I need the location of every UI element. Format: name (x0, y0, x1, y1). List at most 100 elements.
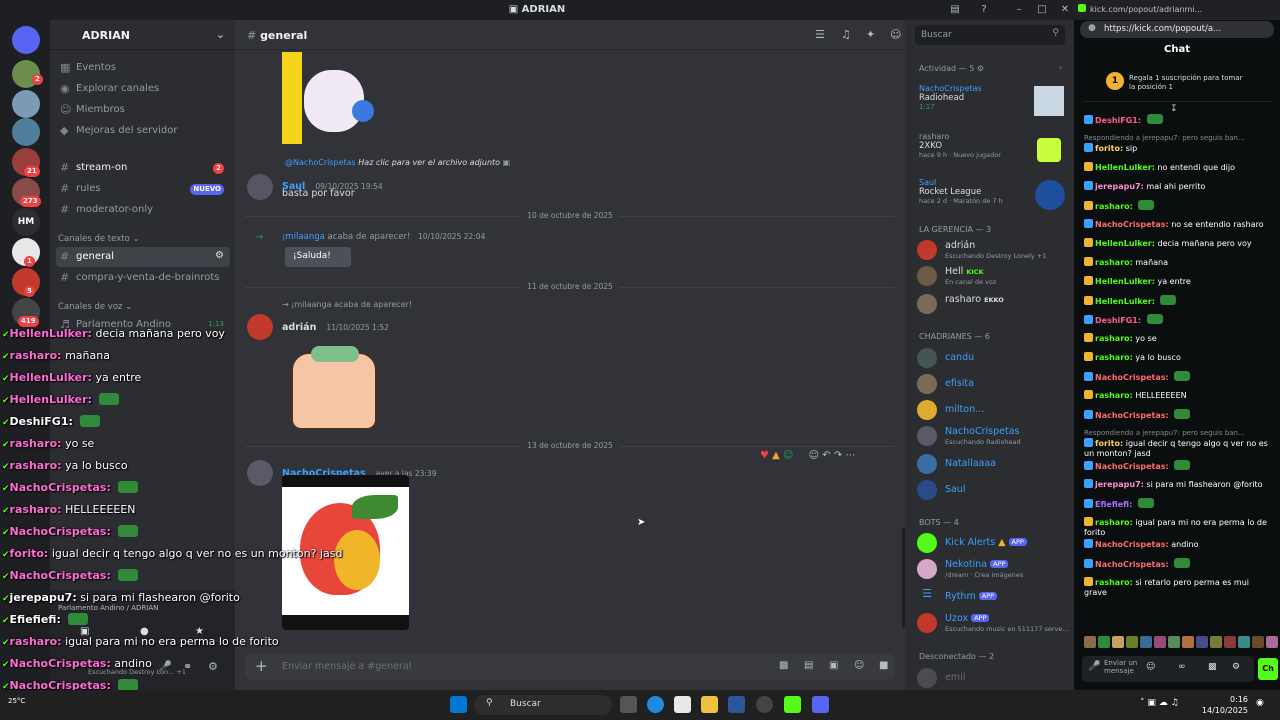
channel-stream-on[interactable]: # stream-on 2 (56, 158, 230, 178)
channel-moderator-only[interactable]: # moderator-only (56, 200, 230, 220)
chat-username[interactable]: rasharo: (1095, 578, 1133, 587)
edge-icon[interactable] (647, 696, 664, 713)
add-reaction-icon[interactable]: ☺ (809, 450, 819, 461)
message-composer[interactable]: + Enviar mensaje a #general ▩ ▤ ▣ ☺ ■ (245, 654, 895, 680)
minimize-icon[interactable]: – (1012, 3, 1026, 17)
emoji-icon[interactable]: ☺ (1146, 662, 1155, 672)
chat-username[interactable]: jerepapu7: (1095, 480, 1144, 489)
server-header[interactable]: ADRIAN ⌄ (50, 20, 235, 50)
chat-username[interactable]: NachoCrispetas: (1095, 220, 1169, 229)
chat-username[interactable]: NachoCrispetas: (1095, 462, 1169, 471)
word-icon[interactable] (728, 696, 745, 713)
category-voice[interactable]: Canales de voz ⌄ (58, 302, 132, 312)
home-server[interactable] (12, 26, 40, 54)
start-button[interactable] (450, 696, 467, 713)
chat-username[interactable]: HellenLulker: (1095, 297, 1155, 306)
chat-username[interactable]: forito: (1095, 144, 1123, 153)
emote-icon[interactable] (1252, 636, 1264, 648)
emote-icon[interactable] (1196, 636, 1208, 648)
avatar[interactable] (247, 174, 273, 200)
member-item[interactable]: efisita (917, 372, 1072, 396)
kick-chat-input[interactable]: 🎤 Enviar un mensaje ☺ ∞ ▩ ⚙ (1082, 656, 1254, 682)
chat-username[interactable]: rasharo: (1095, 334, 1133, 343)
chat-username[interactable]: NachoCrispetas: (1095, 540, 1169, 549)
bot-item[interactable]: Kick Alerts ▲ APP (917, 531, 1072, 555)
member-item[interactable]: Saul (917, 478, 1072, 502)
member-item[interactable]: milton... (917, 398, 1072, 422)
more-icon[interactable]: ⋯ (845, 450, 855, 461)
emote-icon[interactable] (1154, 636, 1166, 648)
chat-username[interactable]: DeshiFG1: (1095, 316, 1141, 325)
member-item[interactable]: adrián Escuchando Destroy Lonely +1 (917, 238, 1072, 262)
emote-icon[interactable] (1140, 636, 1152, 648)
member-item[interactable]: rasharo EKKO (917, 292, 1072, 316)
bot-item[interactable]: Nekotina APP/dream · Crea imágenes (917, 557, 1072, 581)
task-view-icon[interactable] (620, 696, 637, 713)
maximize-icon[interactable]: □ (1035, 3, 1049, 17)
emote-icon[interactable] (1168, 636, 1180, 648)
chevron-right-icon[interactable]: › (1059, 63, 1062, 72)
reply-context[interactable]: Respondiendo a jerepapu7: pero seguis ba… (1084, 428, 1274, 438)
reply-icon[interactable]: ↶ (822, 450, 830, 461)
discord-app-icon[interactable] (812, 696, 829, 713)
emote-icon[interactable] (1112, 636, 1124, 648)
activity-card[interactable]: NachoCrispetas Radiohead 1:17 (919, 84, 1067, 120)
emoji-icon[interactable]: ☺ (854, 660, 864, 671)
sidebar-item-events[interactable]: ▦ Eventos (56, 58, 230, 78)
activity-header[interactable]: Actividad — 5 ⚙ › (919, 63, 1062, 73)
emote-icon[interactable] (1238, 636, 1250, 648)
chat-username[interactable]: DeshiFG1: (1095, 116, 1141, 125)
bot-item[interactable]: ☰ Rythm APP (917, 585, 1072, 609)
category-text[interactable]: Canales de texto ⌄ (58, 234, 140, 244)
emote-icon[interactable] (1266, 636, 1278, 648)
chat-username[interactable]: HellenLulker: (1095, 277, 1155, 286)
taskbar-search[interactable]: ⚲ Buscar (474, 695, 612, 715)
chat-username[interactable]: jerepapu7: (1095, 182, 1144, 191)
chat-username[interactable]: rasharo: (1095, 258, 1133, 267)
emote-icon[interactable] (1126, 636, 1138, 648)
activity-card[interactable]: rasharo 2XKO hace 9 h · Nuevo jugador (919, 132, 1067, 168)
chat-username[interactable]: HellenLulker: (1095, 239, 1155, 248)
weather-widget[interactable]: 25°C (8, 697, 25, 705)
send-button[interactable]: Ch (1258, 658, 1278, 680)
apps-icon[interactable]: ■ (879, 660, 888, 671)
gif-icon[interactable]: ▤ (804, 660, 813, 671)
collapse-icon[interactable]: ↧ (1170, 104, 1178, 114)
channel-compra-venta[interactable]: # compra-y-venta-de-brainrots (56, 268, 230, 288)
member-item[interactable]: Natallaaaa (917, 452, 1072, 476)
chat-username[interactable]: Efiefiefi: (1095, 500, 1132, 509)
inbox-icon[interactable]: ▤ (948, 3, 962, 17)
member-item[interactable]: candu (917, 346, 1072, 370)
chat-username[interactable]: rasharo: (1095, 202, 1133, 211)
bot-item[interactable]: Uzox APP Escuchando music en 511177 serve.… (917, 611, 1072, 635)
search-input[interactable]: Buscar ⚲ (915, 25, 1065, 45)
pin-icon[interactable]: ✦ (866, 28, 875, 41)
sidebar-item-browse[interactable]: ◉ Explorar canales (56, 79, 230, 99)
kick-app-icon[interactable] (784, 696, 801, 713)
channel-general[interactable]: # general ⚙ (56, 247, 230, 267)
heart-reaction[interactable]: ♥ (760, 450, 769, 461)
member-item[interactable]: NachoCrispetas Escuchando Radiohead (917, 424, 1072, 448)
close-icon[interactable]: ✕ (1058, 3, 1072, 17)
sub-gift-banner[interactable]: 1 Regala 1 suscripción para tomar la pos… (1082, 62, 1272, 102)
settings-icon[interactable]: ⚙ (1232, 662, 1240, 672)
smile-reaction[interactable]: ☺ (783, 450, 793, 461)
browser-tab[interactable]: kick.com/popout/adrianmi... (1074, 0, 1280, 20)
chat-username[interactable]: NachoCrispetas: (1095, 373, 1169, 382)
chat-username[interactable]: HellenLulker: (1095, 163, 1155, 172)
channel-rules[interactable]: # rules NUEVO (56, 179, 230, 199)
tray-icons[interactable]: ˄ ▣ ☁ ♫ (1140, 698, 1179, 708)
emote-icon[interactable] (1084, 636, 1096, 648)
sidebar-item-boosts[interactable]: ◆ Mejoras del servidor (56, 121, 230, 141)
forward-icon[interactable]: ↷ (834, 450, 842, 461)
notification-icon[interactable]: ◉ (1256, 698, 1264, 708)
chat-username[interactable]: NachoCrispetas: (1095, 411, 1169, 420)
server-icon[interactable] (12, 118, 40, 146)
folder-icon[interactable] (701, 696, 718, 713)
link-icon[interactable]: ∞ (1178, 662, 1186, 672)
emote-icon[interactable] (1224, 636, 1236, 648)
threads-icon[interactable]: ☰ (815, 28, 825, 41)
chat-username[interactable]: rasharo: (1095, 518, 1133, 527)
help-icon[interactable]: ? (977, 3, 991, 17)
url-bar[interactable]: ● https://kick.com/popout/a... (1080, 21, 1274, 38)
